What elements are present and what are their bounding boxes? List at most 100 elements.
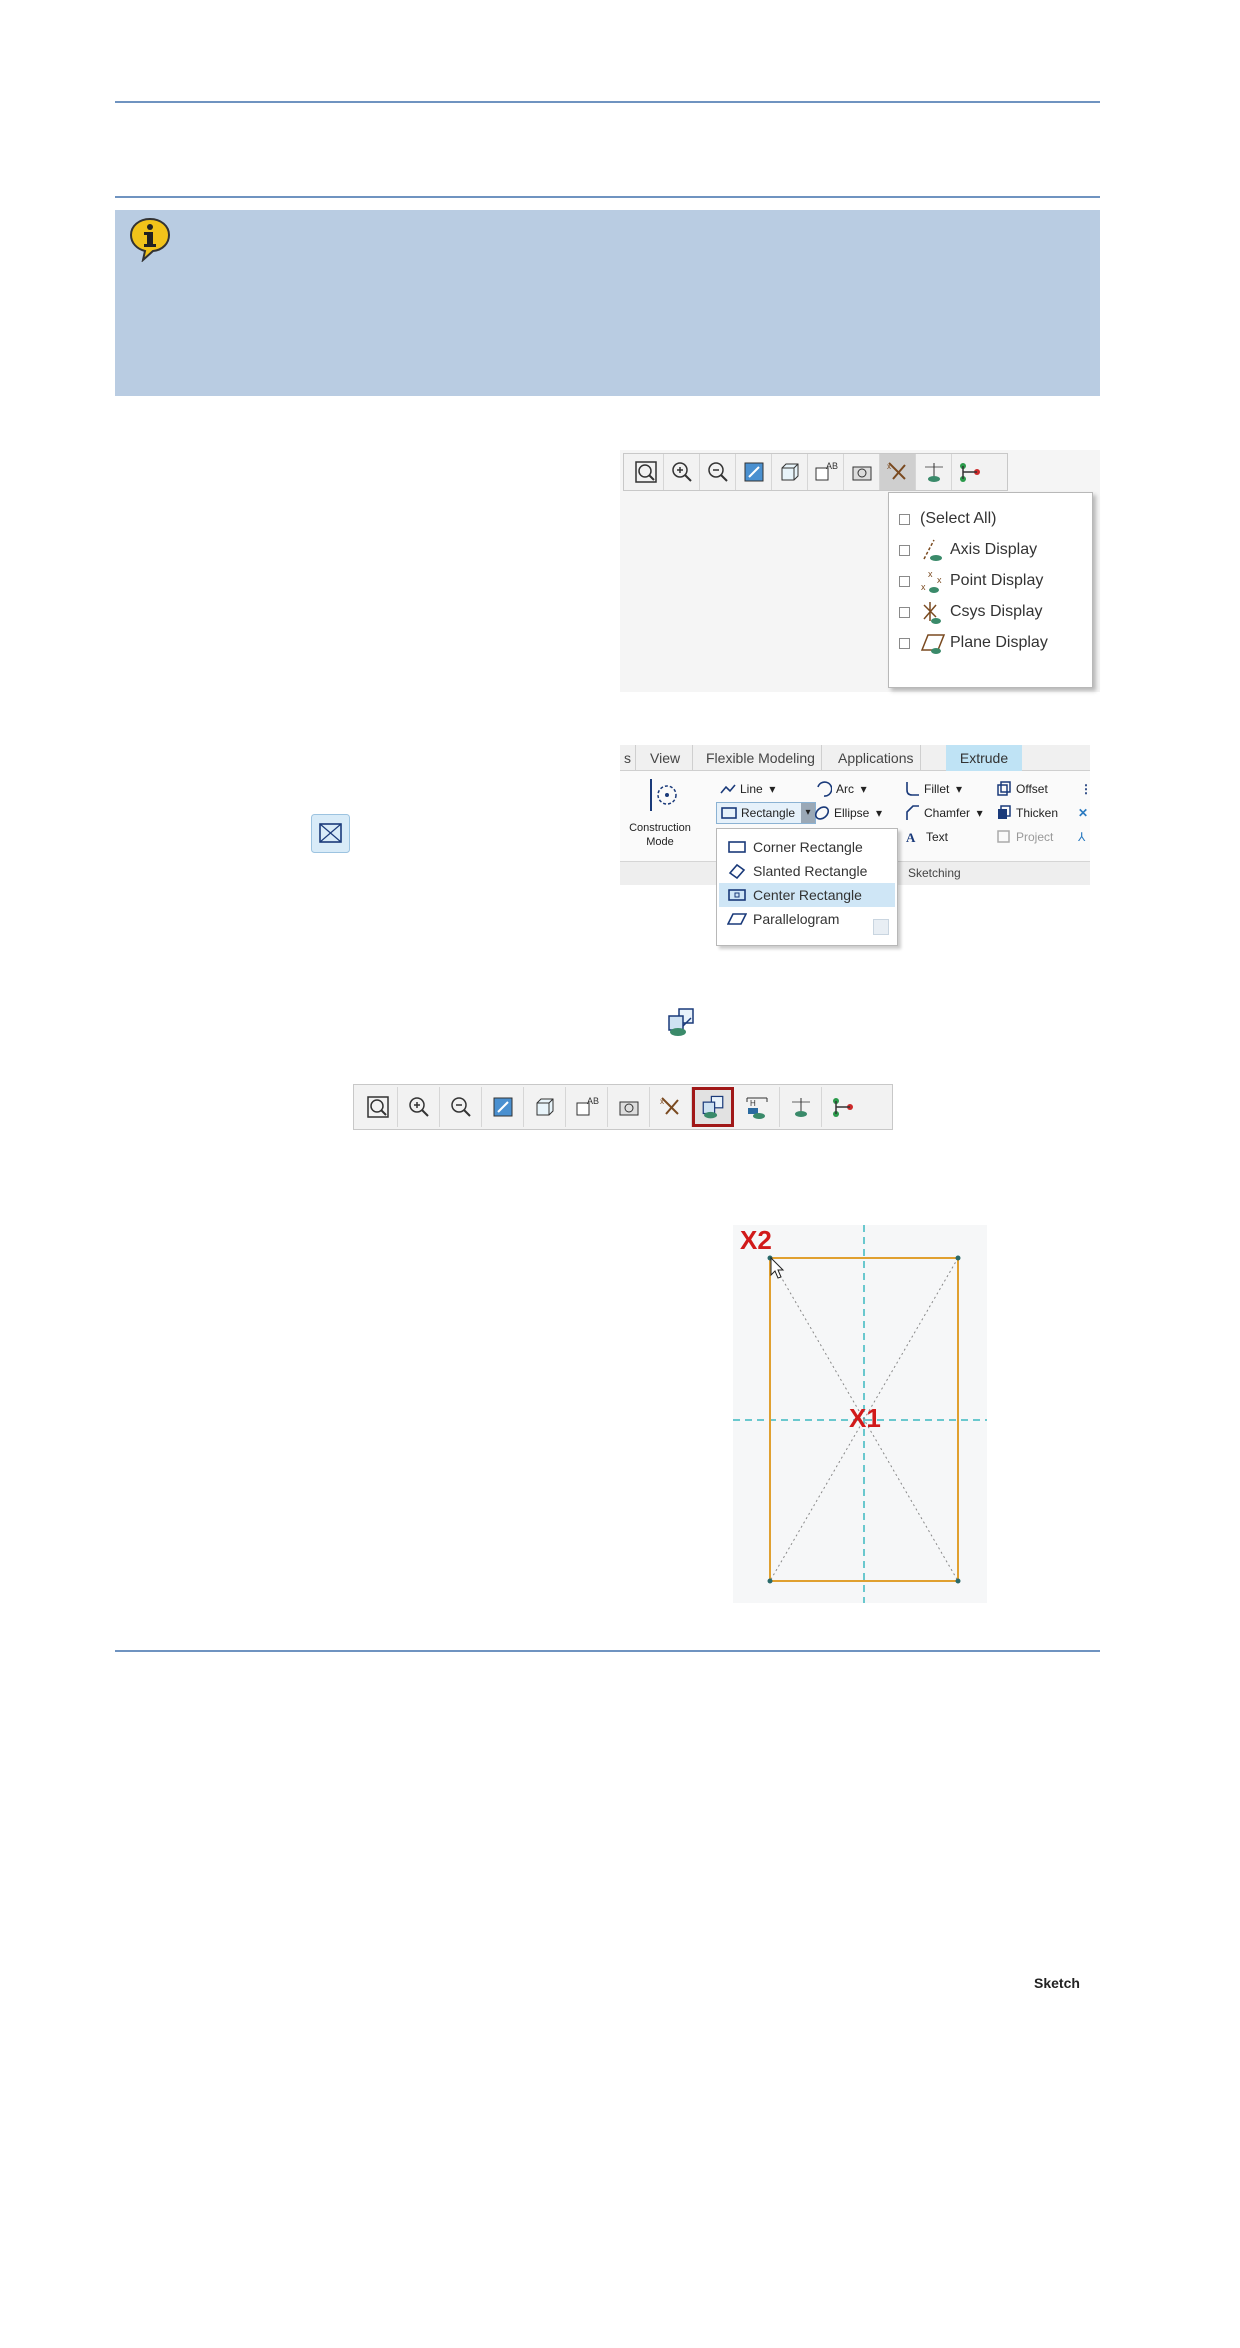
thicken-tool[interactable]: Thicken bbox=[996, 803, 1058, 823]
sketcher-display-icon: H bbox=[746, 1097, 767, 1119]
arc-label: Arc bbox=[836, 782, 854, 796]
zoom-out-button[interactable] bbox=[700, 454, 736, 490]
menu-item-select-all[interactable]: (Select All) bbox=[899, 506, 996, 532]
tab-partial[interactable]: s bbox=[620, 745, 636, 771]
chamfer-icon bbox=[906, 805, 919, 820]
select-all-checkbox[interactable] bbox=[899, 513, 910, 525]
refit-button[interactable] bbox=[358, 1087, 398, 1127]
zoom-out-icon bbox=[707, 462, 728, 482]
svg-text:H: H bbox=[750, 1099, 756, 1108]
repaint-button[interactable] bbox=[482, 1087, 524, 1127]
zoom-out-button[interactable] bbox=[440, 1087, 482, 1127]
sketcher-display-button[interactable]: H bbox=[734, 1087, 780, 1127]
menu-item-label: Plane Display bbox=[950, 634, 1048, 651]
ellipse-tool[interactable]: Ellipse ▾ bbox=[814, 803, 882, 823]
arc-icon bbox=[817, 781, 832, 797]
fillet-icon bbox=[906, 782, 919, 796]
point-display-icon: xxx bbox=[921, 569, 942, 593]
menu-item-parallelogram[interactable]: Parallelogram bbox=[719, 907, 895, 931]
display-style-button[interactable] bbox=[524, 1087, 566, 1127]
menu-item-label: (Select All) bbox=[920, 510, 997, 527]
sketch-view-icon bbox=[668, 1008, 694, 1036]
annotation-display-button[interactable] bbox=[916, 454, 952, 490]
zoom-out-icon bbox=[450, 1097, 471, 1117]
mouse-cursor-icon bbox=[770, 1256, 785, 1279]
line-icon bbox=[720, 784, 736, 794]
svg-text:x: x bbox=[660, 1097, 664, 1106]
svg-text:A: A bbox=[906, 830, 916, 845]
refit-icon bbox=[366, 1096, 389, 1118]
info-bubble-icon bbox=[129, 217, 171, 262]
svg-text:x: x bbox=[928, 569, 933, 579]
repaint-icon bbox=[744, 462, 763, 482]
offset-icon bbox=[997, 781, 1011, 796]
spin-center-button[interactable] bbox=[822, 1087, 864, 1127]
repaint-button[interactable] bbox=[736, 454, 772, 490]
arc-tool[interactable]: Arc ▾ bbox=[816, 779, 867, 799]
menu-item-point-display[interactable]: xxx Point Display bbox=[899, 568, 1043, 594]
axis-display-checkbox[interactable] bbox=[899, 544, 910, 556]
slanted-rectangle-icon bbox=[728, 863, 746, 879]
menu-item-axis-display[interactable]: Axis Display bbox=[899, 537, 1037, 563]
view-manager-button[interactable] bbox=[844, 454, 880, 490]
display-style-button[interactable] bbox=[772, 454, 808, 490]
info-note-box bbox=[115, 210, 1100, 396]
plane-display-checkbox[interactable] bbox=[899, 637, 910, 649]
line-label: Line bbox=[740, 782, 763, 796]
construction-point-tool[interactable]: ⅄ bbox=[1078, 827, 1085, 847]
menu-resize-grip[interactable] bbox=[873, 919, 889, 935]
sketch-ribbon-screenshot: s View Flexible Modeling Applications Ex… bbox=[620, 745, 1240, 2348]
zoom-in-button[interactable] bbox=[664, 454, 700, 490]
sketch-view-button[interactable] bbox=[692, 1087, 734, 1127]
plane-display-icon bbox=[920, 634, 946, 654]
rectangle-icon bbox=[721, 807, 737, 819]
point-display-checkbox[interactable] bbox=[899, 575, 910, 587]
menu-item-label: Csys Display bbox=[950, 603, 1043, 620]
saved-views-icon: AB bbox=[815, 461, 838, 481]
menu-item-plane-display[interactable]: Plane Display bbox=[899, 630, 1048, 656]
rectangle-dropdown-arrow[interactable]: ▾ bbox=[801, 803, 816, 823]
offset-tool[interactable]: Offset bbox=[996, 779, 1048, 799]
view-manager-icon bbox=[619, 1101, 638, 1116]
view-toolbar-small: AB x bbox=[623, 453, 1008, 491]
menu-item-center-rectangle[interactable]: Center Rectangle bbox=[719, 883, 895, 907]
saved-views-button[interactable]: AB bbox=[808, 454, 844, 490]
tab-extrude[interactable]: Extrude bbox=[946, 745, 1022, 771]
svg-text:x: x bbox=[887, 462, 891, 471]
refit-icon bbox=[634, 461, 657, 483]
delete-segment-tool[interactable]: ✕ bbox=[1078, 803, 1088, 823]
csys-display-checkbox[interactable] bbox=[899, 606, 910, 618]
datum-display-menu: (Select All) Axis Display xxx Point Disp… bbox=[888, 492, 1093, 688]
rectangle-tool[interactable]: Rectangle ▾ bbox=[716, 802, 817, 824]
graphics-toolbar: AB x H bbox=[353, 1084, 893, 1130]
csys-display-icon bbox=[923, 602, 941, 624]
menu-item-label: Center Rectangle bbox=[753, 887, 862, 903]
zoom-in-button[interactable] bbox=[398, 1087, 440, 1127]
datum-display-button[interactable]: x bbox=[650, 1087, 692, 1127]
menu-item-csys-display[interactable]: Csys Display bbox=[899, 599, 1042, 625]
text-tool[interactable]: A Text bbox=[906, 827, 948, 847]
datum-display-button[interactable]: x bbox=[880, 454, 916, 490]
project-tool[interactable]: Project bbox=[996, 827, 1053, 847]
tab-applications[interactable]: Applications bbox=[832, 745, 921, 771]
line-tool[interactable]: Line ▾ bbox=[720, 779, 775, 799]
refit-button[interactable] bbox=[628, 454, 664, 490]
datum-display-icon: x bbox=[887, 462, 906, 480]
menu-item-slanted-rectangle[interactable]: Slanted Rectangle bbox=[719, 859, 895, 883]
label-x2: X2 bbox=[740, 1225, 772, 1255]
spin-center-button[interactable] bbox=[952, 454, 988, 490]
spin-center-icon bbox=[833, 1098, 853, 1117]
tab-sketch[interactable]: Sketch bbox=[1028, 1970, 1240, 2348]
view-manager-button[interactable] bbox=[608, 1087, 650, 1127]
more-options-dots[interactable]: ⋮ bbox=[1080, 779, 1092, 799]
construction-mode-label[interactable]: Construction Mode bbox=[626, 821, 694, 849]
saved-views-button[interactable]: AB bbox=[566, 1087, 608, 1127]
tab-flexible-modeling[interactable]: Flexible Modeling bbox=[700, 745, 822, 771]
fillet-tool[interactable]: Fillet ▾ bbox=[904, 779, 962, 799]
annotation-display-button[interactable] bbox=[780, 1087, 822, 1127]
chamfer-tool[interactable]: Chamfer ▾ bbox=[904, 803, 983, 823]
group-label-sketching: Sketching bbox=[908, 866, 961, 880]
construction-mode-icon bbox=[650, 779, 677, 811]
menu-item-corner-rectangle[interactable]: Corner Rectangle bbox=[719, 835, 895, 859]
tab-view[interactable]: View bbox=[638, 745, 694, 771]
